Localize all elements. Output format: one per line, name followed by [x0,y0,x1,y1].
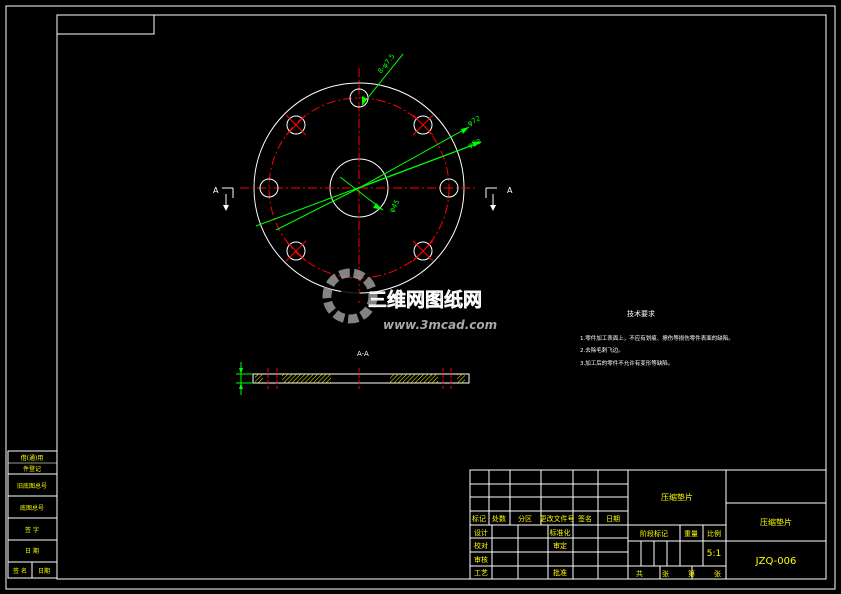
watermark-logo [322,268,378,324]
cad-drawing-canvas: 借(通)用 件登记 旧底图总号 底图总号 签 字 日 期 签 名 日期 8-φ7… [5,5,836,590]
tech-req-title: 技术要求 [627,309,655,318]
tb-sheets-number: 第 [688,569,695,578]
flange-main-view [240,53,482,306]
left-strip-row-1: 借(通)用 [21,454,44,462]
tb-role-standard: 标准化 [550,528,571,537]
tb-role-design: 设计 [474,528,488,537]
watermark-brand: 三维网图纸网 [368,288,482,311]
left-strip-row-3: 旧底图总号 [17,482,47,490]
tech-req-item-2: 2.去除毛刺飞边。 [580,346,624,354]
top-left-code-box [56,14,155,35]
section-arrow-right [490,205,496,211]
tb-sheets-unit-1: 张 [662,569,669,578]
dim-outer-label: φ98 [467,137,483,149]
left-strip-row-6: 日 期 [25,547,39,555]
tb-part-name-right: 压缩垫片 [760,517,792,527]
tb-header-change-doc: 更改文件号 [540,514,575,523]
tb-role-approve: 审定 [553,541,567,550]
dim-holes-label: 8-φ7.5 [376,52,396,75]
tb-part-name-center: 压缩垫片 [661,492,693,502]
tb-role-process: 工艺 [474,569,488,577]
left-strip-bottom-1: 签 名 [13,567,27,575]
dim-bolt-circle-label: φ72 [466,114,482,127]
left-strip-row-2: 件登记 [23,465,41,473]
left-strip-row-5: 签 字 [25,526,39,534]
dimension-lines [255,53,482,231]
tb-weight-label: 重量 [684,530,698,538]
tb-sheets-unit-2: 张 [714,569,721,578]
tb-header-zone: 分区 [518,514,532,523]
tb-scale-label: 比例 [707,529,721,538]
tb-header-count: 处数 [492,514,506,523]
tb-header-date: 日期 [606,515,620,523]
section-view [236,362,470,395]
left-strip-row-4: 底图总号 [20,504,44,512]
tb-scale-value: 5:1 [707,549,721,559]
tb-header-mark: 标记 [472,514,486,523]
watermark-url: www.3mcad.com [383,318,497,332]
section-arrow-left [223,205,229,211]
section-label-right: A [507,186,513,195]
tb-stage-label: 阶段标记 [640,529,668,538]
tb-header-sign: 签名 [578,514,592,523]
left-strip-bottom-2: 日期 [38,567,50,575]
section-view-title: A-A [357,350,369,358]
tb-role-review: 审核 [474,555,488,564]
dim-inner-label: φ45 [388,198,402,214]
tech-req-item-1: 1.零件加工表面上，不应有划痕、擦伤等损伤零件表面的缺陷。 [580,334,734,342]
tech-req-item-3: 3.加工后的零件不允许有变形等缺陷。 [580,359,673,367]
tb-role-check: 校对 [474,541,488,550]
tb-drawing-number: JZQ-006 [755,556,797,567]
tb-role-release: 批准 [553,568,567,577]
section-label-left: A [213,186,219,195]
tb-sheets-total: 共 [636,569,643,578]
